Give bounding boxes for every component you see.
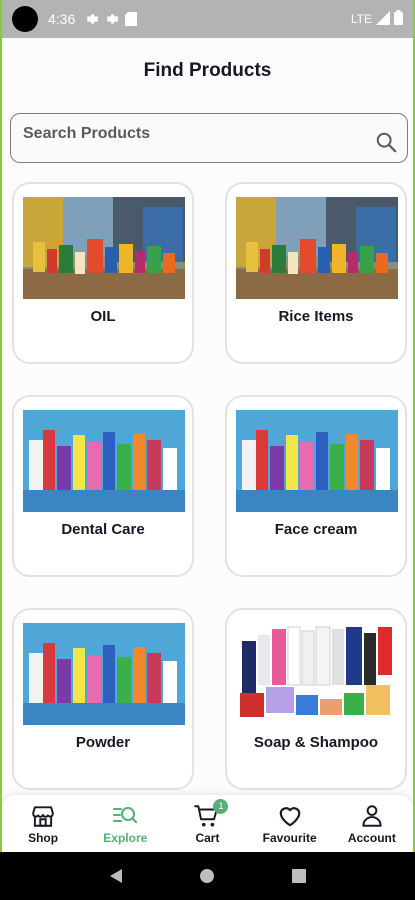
nav-cart[interactable]: 1 Cart [167,798,247,845]
search-bar[interactable] [10,113,408,163]
category-image [23,410,185,512]
app-frame: 4:36 LTE Find Products Search Products O… [0,0,415,852]
bottom-nav: Shop Explore 1 Cart Favourite Account [2,795,413,852]
category-label: Dental Care [61,521,145,538]
category-card-soap-shampoo[interactable]: Soap & Shampoo [225,608,407,790]
search-icon[interactable] [375,131,397,153]
category-grid-viewport: OIL Rice Items Dental Care Face cream Po… [2,182,413,792]
category-image [236,623,398,725]
category-card-face-cream[interactable]: Face cream [225,395,407,577]
category-card-dental-care[interactable]: Dental Care [12,395,194,577]
system-nav-bar [0,852,415,900]
sd-card-icon [125,12,138,26]
nav-explore[interactable]: Explore [85,803,165,845]
nav-label: Shop [28,830,59,845]
category-label: Rice Items [278,308,354,325]
category-label: Soap & Shampoo [253,734,379,751]
nav-label: Account [347,830,396,845]
recents-icon[interactable] [291,868,307,884]
category-image [23,197,185,299]
category-grid: OIL Rice Items Dental Care Face cream Po… [12,182,407,790]
user-icon [362,804,382,827]
back-icon[interactable] [108,868,124,884]
network-type: LTE [350,12,372,26]
settings-icon [85,12,99,26]
status-time: 4:36 [48,11,76,27]
category-label: Powder [75,734,131,751]
nav-shop[interactable]: Shop [3,803,83,845]
category-card-powder[interactable]: Powder [12,608,194,790]
heart-icon [279,806,300,826]
cart-badge: 1 [213,798,229,814]
camera-cutout [12,6,38,32]
status-bar: 4:36 LTE [2,0,413,38]
search-input[interactable] [23,125,375,143]
battery-icon [394,10,403,28]
category-label: Face cream [274,521,358,538]
store-icon [32,805,54,827]
signal-icon [376,10,390,28]
nav-label: Explore [103,830,148,845]
nav-account[interactable]: Account [332,803,412,845]
category-card-oil[interactable]: OIL [12,182,194,364]
home-icon[interactable] [199,868,215,884]
page-title: Find Products [143,60,272,81]
nav-favourite[interactable]: Favourite [250,803,330,845]
settings-icon [105,12,119,26]
category-label: OIL [90,308,116,325]
explore-icon [113,806,138,823]
status-right: LTE [351,10,403,28]
category-card-rice-items[interactable]: Rice Items [225,182,407,364]
category-image [236,410,398,512]
category-image [236,197,398,299]
category-image [23,623,185,725]
nav-label: Cart [195,830,220,845]
nav-label: Favourite [262,830,317,845]
